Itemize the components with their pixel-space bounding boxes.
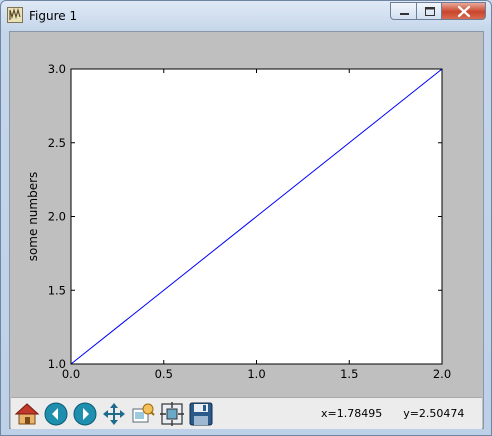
save-button[interactable] xyxy=(188,401,214,427)
figure-client-area: 0.0 0.5 1.0 1.5 2.0 1.0 1.5 2.0 2.5 3.0 some numbe… xyxy=(9,31,484,429)
home-icon xyxy=(14,403,40,425)
zoom-rectangle-icon xyxy=(132,403,155,423)
y-tick-label: 2.5 xyxy=(48,136,66,150)
y-tick-label: 1.5 xyxy=(48,283,66,297)
y-axis-label: some numbers xyxy=(26,172,40,262)
minimize-button[interactable] xyxy=(390,2,417,20)
pan-icon xyxy=(103,403,125,425)
navigation-toolbar: x=1.78495 y=2.50474 xyxy=(11,397,482,429)
y-tick-label: 2.0 xyxy=(48,210,66,224)
y-tick-label: 3.0 xyxy=(48,62,66,76)
maximize-button[interactable] xyxy=(416,2,442,20)
minimize-icon xyxy=(400,13,409,15)
back-button[interactable] xyxy=(43,401,69,427)
coord-x: x=1.78495 xyxy=(321,407,383,420)
coord-y: y=2.50474 xyxy=(403,407,465,420)
configure-subplots-icon xyxy=(160,402,184,426)
pan-button[interactable] xyxy=(101,401,127,427)
forward-button[interactable] xyxy=(72,401,98,427)
window-title: Figure 1 xyxy=(29,9,78,23)
maximize-icon xyxy=(425,7,435,16)
back-arrow-icon xyxy=(44,402,68,426)
forward-arrow-icon xyxy=(73,402,97,426)
x-tick-label: 2.0 xyxy=(433,367,451,381)
matplotlib-app-icon xyxy=(7,7,23,23)
configure-subplots-button[interactable] xyxy=(159,401,185,427)
figure-canvas[interactable]: 0.0 0.5 1.0 1.5 2.0 1.0 1.5 2.0 2.5 3.0 some numbe… xyxy=(11,33,482,397)
title-bar[interactable]: Figure 1 xyxy=(1,1,491,31)
figure-window: Figure 1 0.0 0.5 1.0 1.5 2.0 1.0 1.5 2.0 2.5 3.0 s… xyxy=(0,0,492,436)
x-tick-label: 1.0 xyxy=(247,367,265,381)
line-chart[interactable]: 0.0 0.5 1.0 1.5 2.01.01.52.02.53.0some numbe… xyxy=(11,33,482,397)
home-button[interactable] xyxy=(14,401,40,427)
cursor-coordinates: x=1.78495 y=2.50474 xyxy=(321,407,464,420)
y-tick-label: 1.0 xyxy=(48,357,66,371)
x-tick-label: 0.5 xyxy=(155,367,173,381)
close-icon xyxy=(457,5,471,18)
save-icon xyxy=(189,402,213,426)
zoom-rectangle-button[interactable] xyxy=(130,401,156,427)
close-button[interactable] xyxy=(441,2,486,20)
x-tick-label: 1.5 xyxy=(340,367,358,381)
